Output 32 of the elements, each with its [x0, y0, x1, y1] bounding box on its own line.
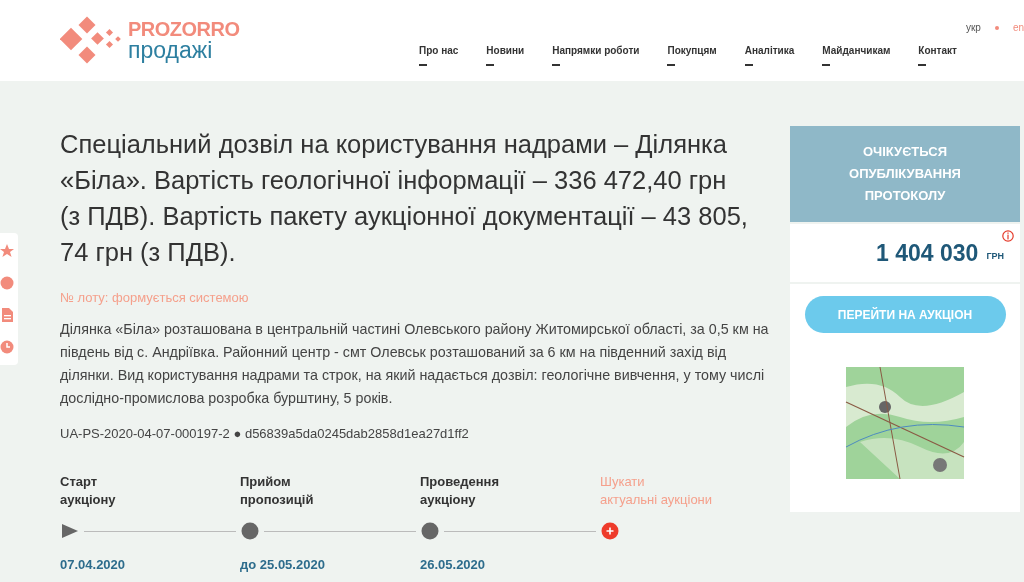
step-date: 07.04.2020	[60, 556, 127, 574]
clock-icon[interactable]	[0, 340, 14, 354]
play-icon	[60, 521, 80, 541]
info-icon[interactable]	[1002, 230, 1014, 242]
lot-identifier: UA-PS-2020-04-07-000197-2 ● d56839a5da0245dab2858d1ea27d1ff2	[60, 424, 470, 443]
star-icon[interactable]	[0, 244, 14, 258]
nav-link[interactable]: Контакт	[918, 43, 957, 74]
currency-label: ГРН	[986, 250, 1004, 264]
lot-number: № лоту: формується системою	[60, 289, 250, 307]
nav-link[interactable]: Про нас	[419, 43, 459, 74]
nav-link[interactable]: Напрямки роботи	[552, 43, 640, 74]
status-banner: ОЧІКУЄТЬСЯ ОПУБЛІКУВАННЯ ПРОТОКОЛУ	[790, 126, 1020, 222]
step-label: Старт аукціону	[60, 473, 117, 509]
step-date: до 25.05.2020	[240, 556, 326, 574]
nav-link[interactable]: Покупцям	[667, 43, 717, 74]
step-marker	[240, 521, 260, 541]
logo-subtitle: продажі	[128, 39, 214, 61]
nav-link[interactable]: Новини	[486, 43, 525, 74]
nav-link[interactable]: Аналітика	[744, 43, 795, 74]
lot-title: Спеціальний дозвіл на користування надрами – Ділянка «Біла». Вартість геологічної інформації – 336 472,40 грн (з ПДВ). Вартість пакету аукціонної документації – 43 805, 74 грн (з ПДВ).	[60, 129, 749, 268]
lot-description: Ділянка «Біла» розташована в центральній частині Олевського району Житомирської області, за 0,5 км на південь від с. Андріївка. Районний центр - смт Олевськ розташований за 6 км на південний захід від ділянки. Вид користування надрами та строк, на який надається дозвіл: геологічне вивчення, у тому числі дослідно-промислова розробка бурштину, 5 років.	[60, 319, 770, 408]
step-label: Проведення аукціону	[420, 473, 501, 509]
nav-link[interactable]: Майданчикам	[822, 43, 891, 74]
step-marker	[420, 521, 440, 541]
logo-text: PROZORRO	[128, 19, 240, 39]
step-label: Прийом пропозицій	[240, 473, 315, 509]
plus-icon[interactable]	[600, 521, 620, 541]
step-date: 26.05.2020	[420, 556, 487, 574]
circle-icon[interactable]	[0, 276, 14, 290]
language-link[interactable]: укр	[965, 20, 981, 35]
document-icon[interactable]	[0, 308, 14, 322]
price-value: 1 404 030	[876, 238, 979, 268]
